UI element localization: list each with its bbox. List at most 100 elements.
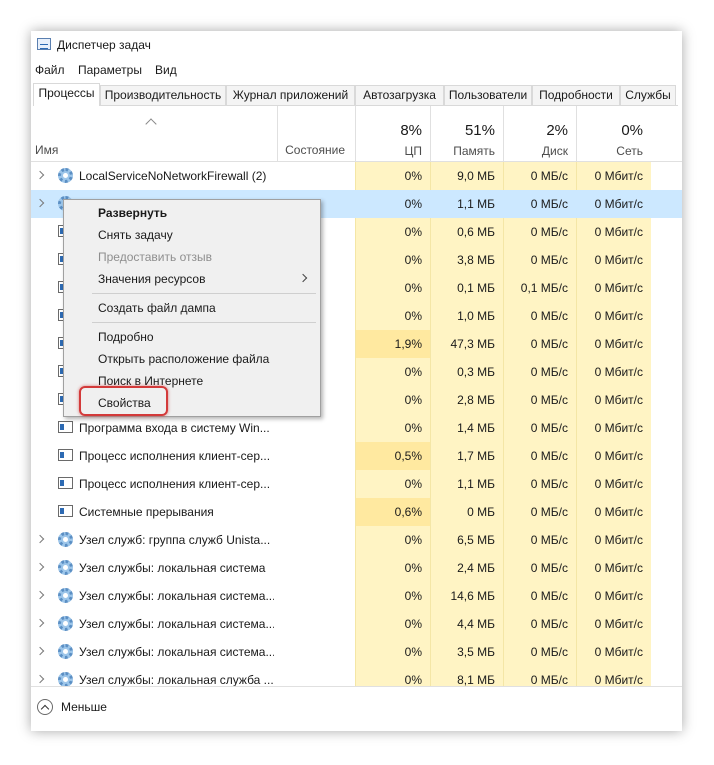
cell-cpu: 0% — [355, 582, 430, 610]
task-manager-window: Диспетчер задач Файл Параметры Вид Проце… — [31, 31, 682, 731]
tab-performance[interactable]: Производительность — [100, 85, 226, 105]
window-icon — [58, 449, 73, 461]
network-total: 0% — [621, 122, 643, 139]
menu-item-details[interactable]: Подробно — [98, 327, 154, 347]
menu-item-resource-values[interactable]: Значения ресурсов — [98, 269, 318, 289]
cell-disk: 0 МБ/с — [503, 414, 576, 442]
table-row[interactable]: Узел службы: локальная система... 0% 4,4 М… — [31, 610, 682, 638]
tab-startup[interactable]: Автозагрузка — [355, 85, 444, 105]
cell-mem: 0,3 МБ — [430, 358, 503, 386]
chevron-right-icon[interactable] — [35, 170, 45, 180]
cell-mem: 1,1 МБ — [430, 190, 503, 218]
memory-total: 51% — [464, 122, 495, 139]
cell-net: 0 Мбит/с — [576, 414, 651, 442]
cell-net: 0 Мбит/с — [576, 274, 651, 302]
table-row[interactable]: Узел службы: локальная система 0% 2,4 МБ 0 … — [31, 554, 682, 582]
cell-mem: 2,4 МБ — [430, 554, 503, 582]
table-row[interactable]: Программа входа в систему Win... 0% 1,4 МБ… — [31, 414, 682, 442]
cell-mem: 3,8 МБ — [430, 246, 503, 274]
cpu-total: 8% — [400, 122, 422, 139]
chevron-right-icon[interactable] — [35, 562, 45, 572]
menu-file[interactable]: Файл — [33, 63, 67, 77]
column-name[interactable]: Имя — [35, 143, 58, 157]
table-row[interactable]: Системные прерывания 0,6% 0 МБ 0 МБ/с 0 Мбит… — [31, 498, 682, 526]
gear-icon — [58, 672, 73, 686]
cell-net: 0 Мбит/с — [576, 582, 651, 610]
column-disk[interactable]: 2% Диск — [503, 106, 576, 161]
cell-cpu: 0% — [355, 162, 430, 190]
cell-net: 0 Мбит/с — [576, 498, 651, 526]
table-row[interactable]: Процесс исполнения клиент-сер... 0% 1,1 МБ… — [31, 470, 682, 498]
chevron-right-icon[interactable] — [35, 198, 45, 208]
window-icon — [58, 421, 73, 433]
menu-view[interactable]: Вид — [153, 63, 179, 77]
process-name: Узел службы: локальная служба ... — [79, 673, 274, 686]
process-name: Узел службы: локальная система... — [79, 645, 274, 659]
tab-processes[interactable]: Процессы — [33, 83, 100, 106]
menu-item-open-location[interactable]: Открыть расположение файла — [98, 349, 269, 369]
gear-icon — [58, 168, 73, 183]
cell-net: 0 Мбит/с — [576, 190, 651, 218]
resource-values-label: Значения ресурсов — [98, 272, 206, 286]
tab-services[interactable]: Службы — [620, 85, 676, 105]
cell-cpu: 0% — [355, 610, 430, 638]
column-memory[interactable]: 51% Память — [430, 106, 503, 161]
cell-disk: 0 МБ/с — [503, 358, 576, 386]
gear-icon — [58, 532, 73, 547]
table-row[interactable]: LocalServiceNoNetworkFirewall (2) 0% 9,0 М… — [31, 162, 682, 190]
cell-net: 0 Мбит/с — [576, 246, 651, 274]
process-name: Программа входа в систему Win... — [79, 421, 270, 435]
fewer-details-button[interactable]: Меньше — [61, 700, 107, 714]
process-name: Узел службы: локальная система... — [79, 617, 274, 631]
cell-cpu: 0% — [355, 302, 430, 330]
table-row[interactable]: Узел служб: группа служб Unista... 0% 6,5 … — [31, 526, 682, 554]
menu-item-create-dump[interactable]: Создать файл дампа — [98, 298, 216, 318]
window-title: Диспетчер задач — [57, 38, 151, 52]
tab-app-history[interactable]: Журнал приложений — [226, 85, 355, 105]
chevron-up-circle-icon[interactable] — [37, 699, 53, 715]
network-label: Сеть — [616, 144, 643, 158]
chevron-right-icon[interactable] — [35, 646, 45, 656]
cell-cpu: 1,9% — [355, 330, 430, 358]
table-row[interactable]: Узел службы: локальная система... 0% 14,6 … — [31, 582, 682, 610]
chevron-right-icon[interactable] — [35, 618, 45, 628]
column-cpu[interactable]: 8% ЦП — [355, 106, 430, 161]
chevron-right-icon[interactable] — [35, 534, 45, 544]
menu-item-feedback: Предоставить отзыв — [98, 250, 212, 264]
context-menu: Развернуть Снять задачу Предоставить отз… — [63, 199, 321, 417]
tab-users[interactable]: Пользователи — [444, 85, 532, 105]
cell-net: 0 Мбит/с — [576, 638, 651, 666]
cell-cpu: 0% — [355, 666, 430, 686]
column-network[interactable]: 0% Сеть — [576, 106, 651, 161]
cell-net: 0 Мбит/с — [576, 666, 651, 686]
cell-disk: 0 МБ/с — [503, 330, 576, 358]
memory-label: Память — [453, 144, 495, 158]
cell-disk: 0 МБ/с — [503, 218, 576, 246]
cell-mem: 4,4 МБ — [430, 610, 503, 638]
cell-net: 0 Мбит/с — [576, 302, 651, 330]
cpu-label: ЦП — [404, 144, 422, 158]
cell-disk: 0 МБ/с — [503, 638, 576, 666]
table-row[interactable]: Узел службы: локальная система... 0% 3,5 М… — [31, 638, 682, 666]
tab-details[interactable]: Подробности — [532, 85, 620, 105]
table-row[interactable]: Узел службы: локальная служба ... 0% 8,1 М… — [31, 666, 682, 686]
cell-mem: 6,5 МБ — [430, 526, 503, 554]
chevron-right-icon[interactable] — [35, 590, 45, 600]
column-header: Имя Состояние 8% ЦП 51% Память 2% Диск 0… — [31, 106, 682, 162]
chevron-right-icon — [298, 273, 308, 283]
cell-cpu: 0% — [355, 554, 430, 582]
cell-net: 0 Мбит/с — [576, 610, 651, 638]
column-state[interactable]: Состояние — [263, 143, 345, 157]
menu-item-expand[interactable]: Развернуть — [98, 203, 167, 223]
cell-cpu: 0% — [355, 218, 430, 246]
cell-mem: 2,8 МБ — [430, 386, 503, 414]
process-name: Узел службы: локальная система — [79, 561, 266, 575]
cell-net: 0 Мбит/с — [576, 554, 651, 582]
cell-disk: 0 МБ/с — [503, 498, 576, 526]
menu-options[interactable]: Параметры — [76, 63, 144, 77]
menu-item-end-task[interactable]: Снять задачу — [98, 225, 173, 245]
cell-mem: 1,7 МБ — [430, 442, 503, 470]
chevron-right-icon[interactable] — [35, 674, 45, 684]
cell-net: 0 Мбит/с — [576, 442, 651, 470]
table-row[interactable]: Процесс исполнения клиент-сер... 0,5% 1,7 … — [31, 442, 682, 470]
